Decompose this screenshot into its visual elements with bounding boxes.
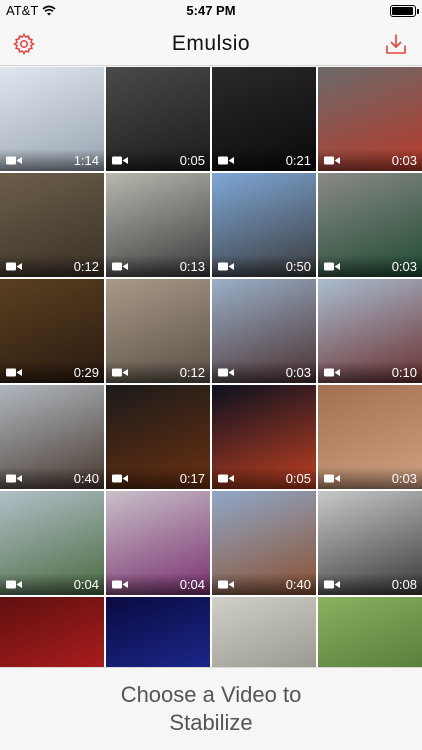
video-duration: 0:40 <box>73 471 99 486</box>
video-duration: 0:10 <box>391 365 417 380</box>
battery-icon <box>390 5 419 17</box>
video-thumbnail[interactable]: 0:13 <box>106 173 210 277</box>
video-thumbnail[interactable]: 0:03 <box>212 279 316 383</box>
video-duration: 0:21 <box>285 153 311 168</box>
video-camera-icon <box>324 262 340 271</box>
video-camera-icon <box>6 368 22 377</box>
video-camera-icon <box>6 156 22 165</box>
video-camera-icon <box>324 474 340 483</box>
video-duration: 0:12 <box>73 259 99 274</box>
video-camera-icon <box>218 156 234 165</box>
video-thumbnail[interactable]: 0:12 <box>106 279 210 383</box>
video-camera-icon <box>324 368 340 377</box>
video-thumbnail[interactable]: 0:08 <box>318 491 422 595</box>
video-thumbnail[interactable]: 0:17 <box>106 385 210 489</box>
video-camera-icon <box>112 580 128 589</box>
video-duration: 0:29 <box>73 365 99 380</box>
video-camera-icon <box>112 368 128 377</box>
battery-level <box>392 7 413 15</box>
video-thumbnail[interactable]: 0:04 <box>0 491 104 595</box>
video-camera-icon <box>112 262 128 271</box>
video-duration: 0:05 <box>285 471 311 486</box>
video-thumbnail[interactable]: 0:03 <box>318 67 422 171</box>
video-thumbnail[interactable]: 0:10 <box>318 279 422 383</box>
video-thumbnail[interactable]: 0:40 <box>212 491 316 595</box>
bottom-panel: Choose a Video to Stabilize <box>0 667 422 750</box>
video-camera-icon <box>218 474 234 483</box>
video-thumbnail[interactable]: 0:03 <box>318 173 422 277</box>
video-camera-icon <box>324 156 340 165</box>
video-duration: 0:03 <box>391 471 417 486</box>
video-thumbnail[interactable] <box>106 597 210 667</box>
video-thumbnail[interactable]: 0:40 <box>0 385 104 489</box>
choose-video-prompt: Choose a Video to Stabilize <box>120 682 302 735</box>
clock: 5:47 PM <box>186 3 236 18</box>
video-thumbnail[interactable]: 0:04 <box>106 491 210 595</box>
status-bar: AT&T 5:47 PM <box>0 0 422 22</box>
video-thumbnail[interactable]: 0:03 <box>318 385 422 489</box>
video-thumbnail[interactable] <box>212 597 316 667</box>
thumbnail-image <box>0 597 104 667</box>
video-camera-icon <box>218 580 234 589</box>
video-duration: 0:17 <box>179 471 205 486</box>
video-thumbnail[interactable]: 0:21 <box>212 67 316 171</box>
video-duration: 0:12 <box>179 365 205 380</box>
video-thumbnail[interactable]: 0:05 <box>106 67 210 171</box>
video-thumbnail[interactable]: 0:05 <box>212 385 316 489</box>
download-icon <box>386 34 406 54</box>
video-camera-icon <box>6 474 22 483</box>
video-camera-icon <box>6 580 22 589</box>
video-duration: 1:14 <box>73 153 99 168</box>
video-thumbnail[interactable]: 0:29 <box>0 279 104 383</box>
thumbnail-image <box>318 597 422 667</box>
video-duration: 0:03 <box>391 259 417 274</box>
video-thumbnail[interactable] <box>0 597 104 667</box>
video-duration: 0:03 <box>391 153 417 168</box>
video-duration: 0:40 <box>285 577 311 592</box>
video-thumbnail[interactable]: 0:12 <box>0 173 104 277</box>
video-camera-icon <box>112 474 128 483</box>
video-duration: 0:08 <box>391 577 417 592</box>
video-thumbnail[interactable] <box>318 597 422 667</box>
video-camera-icon <box>218 262 234 271</box>
video-grid: 1:14 0:05 0:21 0:03 0:12 0:13 0:50 0:03 0:29 0:12… <box>0 67 422 667</box>
video-duration: 0:50 <box>285 259 311 274</box>
video-camera-icon <box>324 580 340 589</box>
navigation-bar: Emulsio <box>0 22 422 66</box>
video-thumbnail[interactable]: 0:50 <box>212 173 316 277</box>
video-camera-icon <box>218 368 234 377</box>
thumbnail-image <box>106 597 210 667</box>
video-duration: 0:04 <box>179 577 205 592</box>
video-camera-icon <box>112 156 128 165</box>
video-duration: 0:05 <box>179 153 205 168</box>
import-button[interactable] <box>382 30 410 58</box>
video-duration: 0:04 <box>73 577 99 592</box>
thumbnail-image <box>212 597 316 667</box>
app-title: Emulsio <box>171 32 251 55</box>
video-duration: 0:03 <box>285 365 311 380</box>
video-camera-icon <box>6 262 22 271</box>
video-thumbnail[interactable]: 1:14 <box>0 67 104 171</box>
video-duration: 0:13 <box>179 259 205 274</box>
